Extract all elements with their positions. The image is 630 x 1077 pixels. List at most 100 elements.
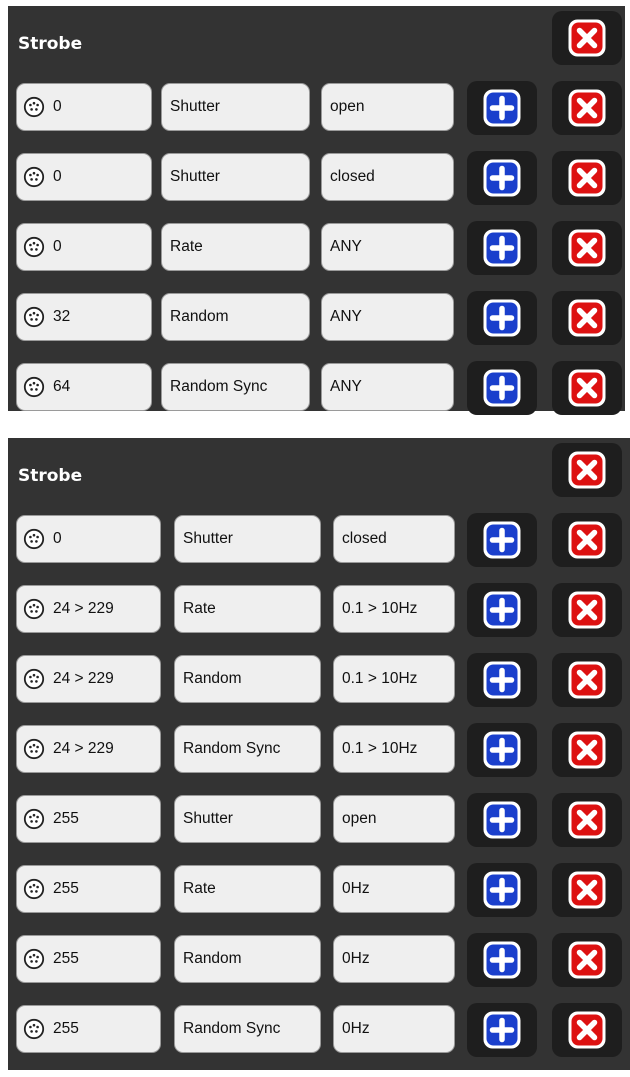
add-button[interactable] [467,151,537,205]
strobe-row: 255 Shutter open [8,788,630,858]
delete-button[interactable] [552,1003,622,1057]
close-icon [567,18,607,58]
delete-button[interactable] [552,863,622,917]
parameter-value: closed [342,530,387,547]
add-button[interactable] [467,221,537,275]
dmx-value-field[interactable]: 0 [16,223,152,271]
parameter-value: 0Hz [342,1020,370,1037]
plus-icon [482,88,522,128]
dmx-value-field[interactable]: 0 [16,153,152,201]
add-button[interactable] [467,933,537,987]
close-icon [567,228,607,268]
value-field[interactable]: 0Hz [333,935,455,983]
delete-group-button[interactable] [552,11,622,65]
parameter-field[interactable]: Rate [161,223,310,271]
parameter-field[interactable]: Random [174,655,321,703]
dmx-value-field[interactable]: 255 [16,1005,161,1053]
parameter-field[interactable]: Random Sync [161,363,310,411]
close-icon [567,800,607,840]
delete-button[interactable] [552,653,622,707]
delete-button[interactable] [552,583,622,637]
value-field[interactable]: closed [333,515,455,563]
value-field[interactable]: ANY [321,223,454,271]
add-button[interactable] [467,291,537,345]
value-field[interactable]: 0Hz [333,865,455,913]
add-button[interactable] [467,793,537,847]
parameter-field[interactable]: Rate [174,865,321,913]
dmx-connector-icon [23,306,45,328]
close-icon [567,660,607,700]
dmx-value: 24 > 229 [53,670,114,687]
parameter-name: Random [170,308,229,325]
parameter-field[interactable]: Rate [174,585,321,633]
dmx-value-field[interactable]: 24 > 229 [16,655,161,703]
add-button[interactable] [467,513,537,567]
strobe-row: 255 Rate 0Hz [8,858,630,928]
add-button[interactable] [467,81,537,135]
value-field[interactable]: 0.1 > 10Hz [333,655,455,703]
add-button[interactable] [467,863,537,917]
dmx-value-field[interactable]: 0 [16,83,152,131]
dmx-value-field[interactable]: 255 [16,865,161,913]
add-button[interactable] [467,361,537,415]
value-field[interactable]: 0.1 > 10Hz [333,725,455,773]
add-button[interactable] [467,583,537,637]
parameter-name: Shutter [170,98,220,115]
dmx-connector-icon [23,528,45,550]
dmx-value-field[interactable]: 0 [16,515,161,563]
value-field[interactable]: 0.1 > 10Hz [333,585,455,633]
value-field[interactable]: open [333,795,455,843]
delete-button[interactable] [552,933,622,987]
dmx-value-field[interactable]: 64 [16,363,152,411]
dmx-connector-icon [23,236,45,258]
plus-icon [482,660,522,700]
dmx-value-field[interactable]: 32 [16,293,152,341]
strobe-row: 0 Shutter closed [8,146,625,216]
dmx-value-field[interactable]: 24 > 229 [16,585,161,633]
value-field[interactable]: 0Hz [333,1005,455,1053]
delete-button[interactable] [552,513,622,567]
delete-button[interactable] [552,291,622,345]
parameter-name: Rate [183,880,216,897]
value-field[interactable]: closed [321,153,454,201]
parameter-name: Random [183,670,242,687]
strobe-row: 0 Rate ANY [8,216,625,286]
close-icon [567,940,607,980]
dmx-value: 255 [53,1020,79,1037]
strobe-row: 24 > 229 Rate 0.1 > 10Hz [8,578,630,648]
value-field[interactable]: ANY [321,293,454,341]
add-button[interactable] [467,723,537,777]
delete-button[interactable] [552,221,622,275]
delete-button[interactable] [552,151,622,205]
delete-button[interactable] [552,81,622,135]
plus-icon [482,158,522,198]
parameter-field[interactable]: Random [161,293,310,341]
dmx-value: 0 [53,168,62,185]
dmx-value-field[interactable]: 255 [16,795,161,843]
parameter-value: ANY [330,308,362,325]
dmx-value-field[interactable]: 255 [16,935,161,983]
parameter-value: ANY [330,378,362,395]
strobe-row: 32 Random ANY [8,286,625,356]
delete-button[interactable] [552,793,622,847]
plus-icon [482,1010,522,1050]
delete-button[interactable] [552,723,622,777]
dmx-value: 255 [53,950,79,967]
parameter-field[interactable]: Shutter [174,515,321,563]
value-field[interactable]: open [321,83,454,131]
add-button[interactable] [467,1003,537,1057]
dmx-value: 0 [53,530,62,547]
close-icon [567,870,607,910]
parameter-field[interactable]: Shutter [174,795,321,843]
dmx-value-field[interactable]: 24 > 229 [16,725,161,773]
parameter-field[interactable]: Random Sync [174,725,321,773]
delete-group-button[interactable] [552,443,622,497]
value-field[interactable]: ANY [321,363,454,411]
parameter-field[interactable]: Random [174,935,321,983]
parameter-field[interactable]: Shutter [161,153,310,201]
add-button[interactable] [467,653,537,707]
delete-button[interactable] [552,361,622,415]
parameter-value: open [342,810,377,827]
parameter-field[interactable]: Shutter [161,83,310,131]
parameter-field[interactable]: Random Sync [174,1005,321,1053]
